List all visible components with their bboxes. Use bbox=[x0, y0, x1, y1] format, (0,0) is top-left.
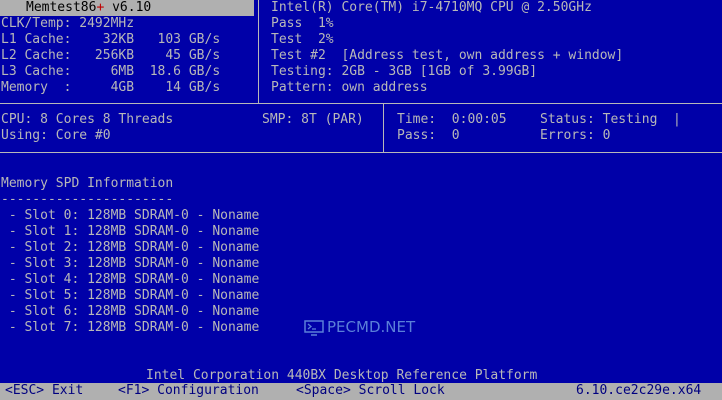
monitor-icon bbox=[304, 319, 324, 336]
l1-cache: L1 Cache: 32KB 103 GB/s bbox=[1, 32, 221, 47]
top-divider-horizontal bbox=[0, 103, 722, 104]
app-name: Memtest86 bbox=[26, 0, 97, 15]
spd-slot-5: - Slot 5: 128MB SDRAM-0 - Noname bbox=[1, 288, 260, 303]
app-title: Memtest86+ v6.10 bbox=[26, 0, 151, 16]
mid-divider-vertical bbox=[383, 103, 384, 152]
using-core: Using: Core #0 bbox=[1, 128, 111, 143]
smp-info: SMP: 8T (PAR) bbox=[262, 112, 364, 127]
watermark: PECMD.NET bbox=[304, 318, 415, 336]
l3-cache: L3 Cache: 6MB 18.6 GB/s bbox=[1, 64, 221, 79]
test-status: Status: Testing | bbox=[540, 112, 681, 127]
platform-name: Intel Corporation 440BX Desktop Referenc… bbox=[146, 368, 538, 383]
pass-count: Pass: 0 bbox=[397, 128, 460, 143]
spd-slot-7: - Slot 7: 128MB SDRAM-0 - Noname bbox=[1, 320, 260, 335]
esc-exit-key[interactable]: <ESC> Exit bbox=[5, 383, 83, 399]
spd-underline: ---------------------- bbox=[1, 192, 174, 207]
spd-slot-1: - Slot 1: 128MB SDRAM-0 - Noname bbox=[1, 224, 260, 239]
test-pattern: Pattern: own address bbox=[271, 80, 428, 95]
clk-temp: CLK/Temp: 2492MHz bbox=[1, 16, 135, 31]
mid-divider-horizontal bbox=[0, 152, 722, 153]
top-divider-vertical bbox=[258, 0, 259, 103]
l2-cache: L2 Cache: 256KB 45 GB/s bbox=[1, 48, 221, 63]
app-version: v6.10 bbox=[112, 0, 152, 15]
test-name: Test #2 [Address test, own address + win… bbox=[271, 48, 624, 63]
pass-progress: Pass 1% bbox=[271, 16, 334, 31]
cpu-cores: CPU: 8 Cores 8 Threads bbox=[1, 112, 174, 127]
spd-slot-6: - Slot 6: 128MB SDRAM-0 - Noname bbox=[1, 304, 260, 319]
spd-slot-0: - Slot 0: 128MB SDRAM-0 - Noname bbox=[1, 208, 260, 223]
f1-configuration-key[interactable]: <F1> Configuration bbox=[118, 383, 259, 399]
elapsed-time: Time: 0:00:05 bbox=[397, 112, 507, 127]
spd-heading: Memory SPD Information bbox=[1, 176, 174, 191]
spd-slot-3: - Slot 3: 128MB SDRAM-0 - Noname bbox=[1, 256, 260, 271]
testing-range: Testing: 2GB - 3GB [1GB of 3.99GB] bbox=[271, 64, 538, 79]
space-scroll-lock-key[interactable]: <Space> Scroll Lock bbox=[296, 383, 445, 399]
spd-slot-4: - Slot 4: 128MB SDRAM-0 - Noname bbox=[1, 272, 260, 287]
app-plus: + bbox=[96, 0, 105, 15]
build-version: 6.10.ce2c29e.x64 bbox=[576, 383, 702, 398]
watermark-text: PECMD.NET bbox=[327, 318, 416, 336]
footer-bar: <ESC> Exit <F1> Configuration <Space> Sc… bbox=[0, 383, 722, 400]
memory-info: Memory : 4GB 14 GB/s bbox=[1, 80, 221, 95]
test-progress: Test 2% bbox=[271, 32, 334, 47]
error-count: Errors: 0 bbox=[540, 128, 611, 143]
cpu-model: Intel(R) Core(TM) i7-4710MQ CPU @ 2.50GH… bbox=[271, 0, 592, 15]
spd-slot-2: - Slot 2: 128MB SDRAM-0 - Noname bbox=[1, 240, 260, 255]
